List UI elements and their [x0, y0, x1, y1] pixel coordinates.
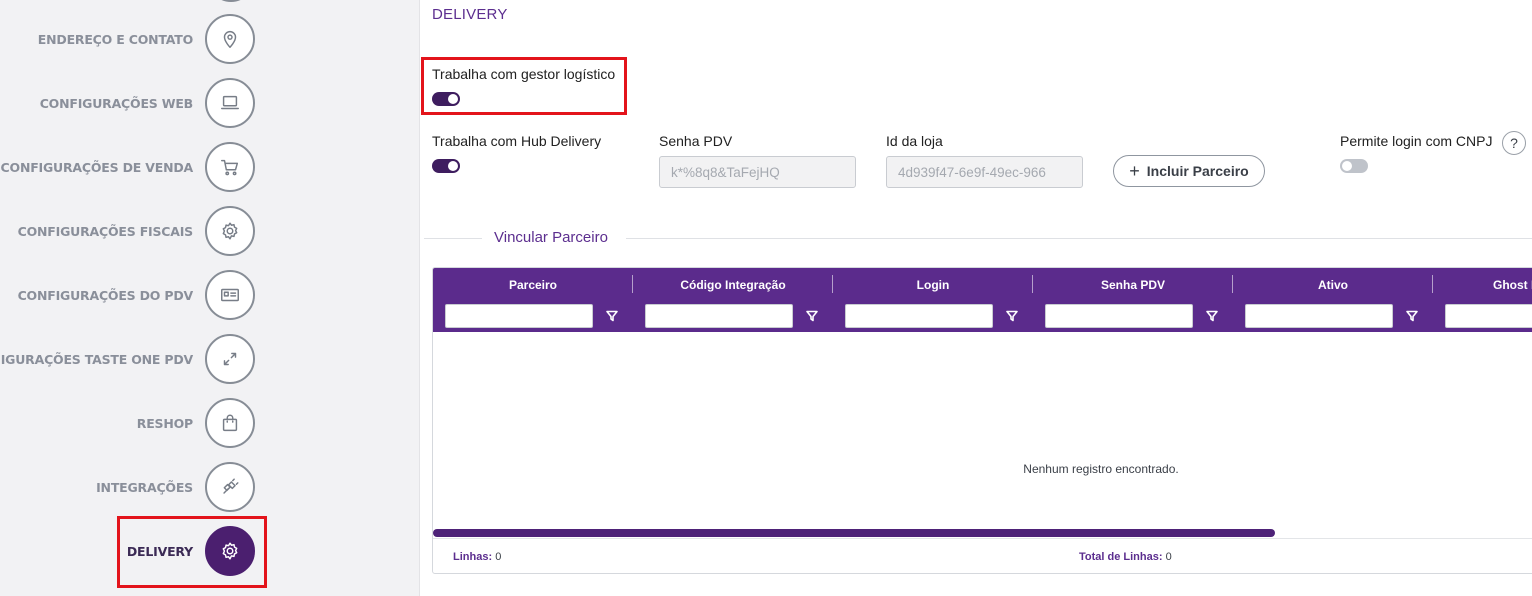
id-loja-input[interactable]: 4d939f47-6e9f-49ec-966	[886, 156, 1083, 188]
filter-icon[interactable]	[805, 309, 819, 323]
login-cnpj-toggle[interactable]	[1340, 159, 1368, 173]
linhas-label: Linhas:	[453, 551, 493, 563]
filter-input[interactable]	[1445, 304, 1532, 328]
sidebar-item-partial[interactable]	[208, 0, 254, 2]
incluir-parceiro-label: Incluir Parceiro	[1146, 163, 1249, 179]
toggle-knob	[448, 94, 458, 104]
help-icon[interactable]: ?	[1502, 131, 1526, 155]
total-linhas-value: 0	[1165, 551, 1172, 563]
filter-input[interactable]	[1245, 304, 1393, 328]
sidebar-item-label: ENDEREÇO E CONTATO	[37, 31, 193, 47]
sidebar-item-config-fiscais[interactable]: CONFIGURAÇÕES FISCAIS	[18, 206, 255, 256]
plus-icon: +	[1129, 161, 1140, 181]
column-senha-pdv: Senha PDV	[1033, 268, 1233, 332]
shopping-bag-icon	[205, 398, 255, 448]
sidebar-item-config-venda[interactable]: CONFIGURAÇÕES DE VENDA	[1, 142, 255, 192]
sidebar-item-config-web[interactable]: CONFIGURAÇÕES WEB	[40, 78, 255, 128]
empty-message: Nenhum registro encontrado.	[1023, 462, 1179, 476]
toggle-knob	[1342, 161, 1352, 171]
hub-delivery-label: Trabalha com Hub Delivery	[432, 133, 602, 149]
gear-icon	[205, 206, 255, 256]
incluir-parceiro-button[interactable]: + Incluir Parceiro	[1113, 155, 1265, 187]
linhas-count: Linhas: 0	[453, 551, 501, 563]
filter-icon[interactable]	[1205, 309, 1219, 323]
sidebar-item-reshop[interactable]: RESHOP	[137, 398, 255, 448]
sidebar-item-config-pdv[interactable]: CONFIGURAÇÕES DO PDV	[18, 270, 255, 320]
column-parceiro: Parceiro	[433, 268, 633, 332]
sidebar-item-label: CONFIGURAÇÕES WEB	[39, 95, 194, 111]
filter-input[interactable]	[845, 304, 993, 328]
total-linhas-count: Total de Linhas: 0	[1079, 551, 1172, 563]
map-pin-icon	[205, 14, 255, 64]
sidebar-item-label: CONFIGURAÇÕES DO PDV	[17, 287, 194, 303]
id-card-icon	[205, 270, 255, 320]
grid-footer: Linhas: 0 Total de Linhas: 0	[433, 538, 1532, 573]
column-ghost-kitchen: Ghost Ki	[1433, 268, 1532, 332]
laptop-icon	[205, 78, 255, 128]
toggle-knob	[448, 161, 458, 171]
login-cnpj-label: Permite login com CNPJ	[1340, 133, 1493, 149]
filter-input[interactable]	[645, 304, 793, 328]
column-login: Login	[833, 268, 1033, 332]
filter-icon[interactable]	[605, 309, 619, 323]
grid-body: Nenhum registro encontrado.	[433, 332, 1532, 530]
sidebar-item-config-taste-one[interactable]: CONFIGURAÇÕES TASTE ONE PDV	[0, 334, 255, 384]
column-ativo: Ativo	[1233, 268, 1433, 332]
sidebar-item-label: CONFIGURAÇÕES FISCAIS	[17, 223, 194, 239]
column-header[interactable]: Código Integração	[633, 278, 833, 292]
app-root: ENDEREÇO E CONTATO CONFIGURAÇÕES WEB CON…	[0, 0, 1532, 596]
id-loja-label: Id da loja	[886, 133, 943, 149]
sidebar-item-endereco[interactable]: ENDEREÇO E CONTATO	[38, 14, 255, 64]
column-header[interactable]: Ativo	[1233, 278, 1433, 292]
filter-icon[interactable]	[1405, 309, 1419, 323]
column-header[interactable]: Parceiro	[433, 278, 633, 292]
sidebar-item-label: INTEGRAÇÕES	[96, 479, 193, 495]
column-header[interactable]: Ghost Ki	[1433, 278, 1532, 292]
vincular-parceiro-title: Vincular Parceiro	[494, 229, 608, 246]
horizontal-scrollbar[interactable]	[433, 529, 1275, 537]
column-header[interactable]: Login	[833, 278, 1033, 292]
senha-pdv-label: Senha PDV	[659, 133, 733, 149]
sidebar: ENDEREÇO E CONTATO CONFIGURAÇÕES WEB CON…	[0, 0, 420, 596]
filter-input[interactable]	[445, 304, 593, 328]
gestor-logistico-toggle[interactable]	[432, 92, 460, 106]
senha-pdv-input[interactable]: k*%8q8&TaFejHQ	[659, 156, 856, 188]
plug-icon	[205, 462, 255, 512]
filter-icon[interactable]	[1005, 309, 1019, 323]
sidebar-item-label: DELIVERY	[126, 543, 193, 559]
cart-icon	[205, 142, 255, 192]
column-header[interactable]: Senha PDV	[1033, 278, 1233, 292]
divider	[424, 238, 482, 239]
gestor-logistico-label: Trabalha com gestor logístico	[432, 66, 616, 82]
expand-icon	[205, 334, 255, 384]
sidebar-item-label: RESHOP	[136, 415, 193, 431]
filter-input[interactable]	[1045, 304, 1193, 328]
hub-delivery-toggle[interactable]	[432, 159, 460, 173]
sidebar-item-label: CONFIGURAÇÕES DE VENDA	[0, 159, 194, 175]
sidebar-item-delivery[interactable]: DELIVERY	[127, 526, 255, 576]
gear-icon	[205, 526, 255, 576]
sidebar-item-integracoes[interactable]: INTEGRAÇÕES	[96, 462, 255, 512]
sidebar-item-label: CONFIGURAÇÕES TASTE ONE PDV	[0, 351, 193, 367]
total-linhas-label: Total de Linhas:	[1079, 551, 1163, 563]
main-content: DELIVERY Trabalha com gestor logístico T…	[421, 0, 1532, 596]
grid-header: Parceiro Código Integração Login Senha P…	[433, 268, 1532, 332]
partners-grid: Parceiro Código Integração Login Senha P…	[432, 267, 1532, 574]
column-codigo-integracao: Código Integração	[633, 268, 833, 332]
page-title: DELIVERY	[432, 6, 508, 23]
divider	[626, 238, 1532, 239]
linhas-value: 0	[495, 551, 502, 563]
